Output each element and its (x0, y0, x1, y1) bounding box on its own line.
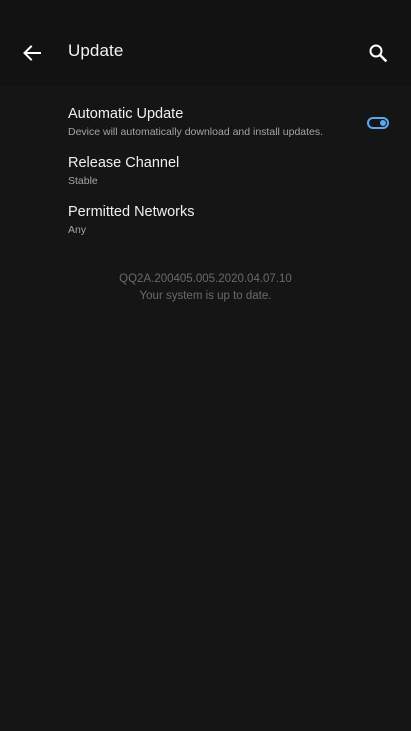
automatic-update-toggle[interactable] (367, 117, 389, 129)
automatic-update-summary: Device will automatically download and i… (68, 126, 324, 138)
release-channel-title: Release Channel (68, 155, 180, 171)
permitted-networks-item[interactable]: Permitted Networks Any (0, 198, 411, 244)
arrow-back-icon (23, 45, 41, 61)
automatic-update-item[interactable]: Automatic Update Device will automatical… (0, 100, 411, 146)
back-button[interactable] (16, 37, 48, 69)
build-number: QQ2A.200405.005.2020.04.07.10 (119, 273, 292, 285)
search-button[interactable] (362, 37, 394, 69)
permitted-networks-summary: Any (68, 224, 87, 236)
release-channel-item[interactable]: Release Channel Stable (0, 149, 411, 195)
release-channel-summary: Stable (68, 175, 98, 187)
toggle-knob (380, 120, 386, 126)
update-status-message: Your system is up to date. (139, 290, 272, 302)
page-title: Update (68, 41, 124, 60)
permitted-networks-title: Permitted Networks (68, 204, 195, 220)
automatic-update-title: Automatic Update (68, 106, 184, 122)
search-icon (369, 44, 388, 63)
settings-list: Automatic Update Device will automatical… (0, 86, 411, 731)
app-bar: Update (0, 0, 411, 86)
